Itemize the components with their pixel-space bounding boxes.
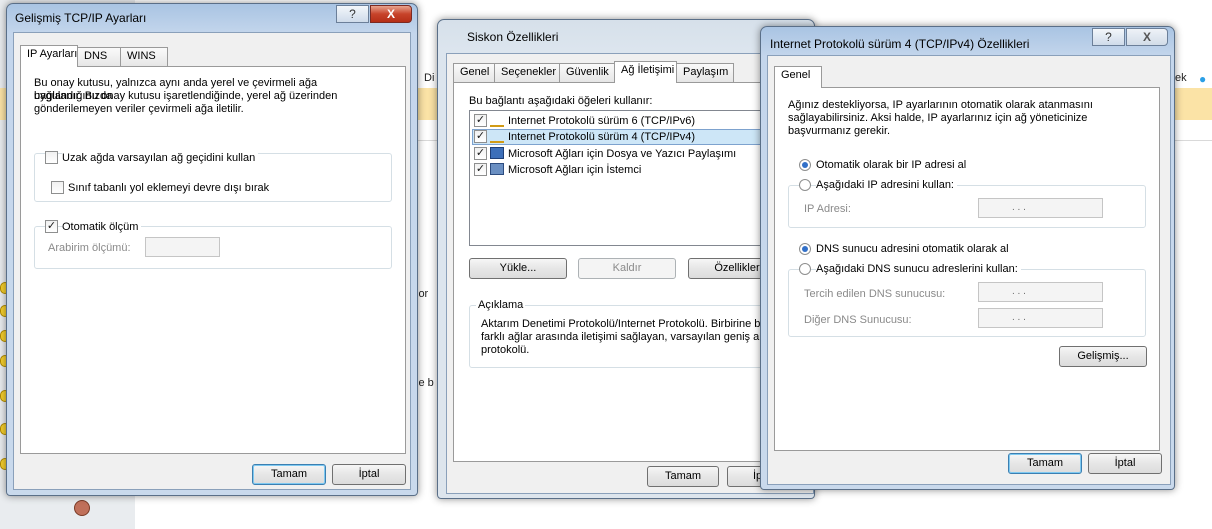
network-protocol-icon xyxy=(490,131,504,143)
items-label: Bu bağlantı aşağıdaki öğeleri kullanır: xyxy=(469,95,653,107)
ip-address-label: IP Adresi: xyxy=(804,203,851,215)
ok-button[interactable]: Tamam xyxy=(1008,453,1082,474)
help-button[interactable]: ? xyxy=(336,5,369,23)
item-label: Microsoft Ağları için Dosya ve Yazıcı Pa… xyxy=(508,148,737,160)
tab-panel: Ağınız destekliyorsa, IP ayarlarının oto… xyxy=(774,87,1160,451)
tab-strip: Genel Seçenekler Güvenlik Ağ İletişimi P… xyxy=(453,61,753,83)
auto-dns-label: DNS sunucu adresini otomatik olarak al xyxy=(816,243,1009,255)
title-bar[interactable]: Siskon Özellikleri xyxy=(438,20,814,48)
item-checkbox[interactable]: ✓ xyxy=(474,130,487,143)
item-checkbox[interactable]: ✓ xyxy=(474,163,487,176)
tab-sharing[interactable]: Paylaşım xyxy=(676,63,734,82)
uninstall-button[interactable]: Kaldır xyxy=(578,258,676,279)
background-menu-text: Di xyxy=(424,72,435,84)
window-title: Gelişmiş TCP/IP Ayarları xyxy=(15,11,147,25)
dialog-client: Genel Ağınız destekliyorsa, IP ayarların… xyxy=(767,55,1171,485)
tab-networking[interactable]: Ağ İletişimi xyxy=(614,61,677,83)
install-button[interactable]: Yükle... xyxy=(469,258,567,279)
tab-general[interactable]: Genel xyxy=(774,66,822,88)
ok-button[interactable]: Tamam xyxy=(647,466,719,487)
item-checkbox[interactable]: ✓ xyxy=(474,114,487,127)
class-route-label: Sınıf tabanlı yol eklemeyi devre dışı bı… xyxy=(68,182,270,194)
siskon-properties-window: Siskon Özellikleri Genel Seçenekler Güve… xyxy=(437,19,815,499)
background-left-label-2: le b xyxy=(416,377,434,389)
item-label: Internet Protokolü sürüm 6 (TCP/IPv6) xyxy=(508,115,696,127)
tab-panel: Bu onay kutusu, yalnızca aynı anda yerel… xyxy=(20,66,406,454)
preferred-dns-input[interactable]: . . . xyxy=(978,282,1103,302)
tab-ip-settings[interactable]: IP Ayarları xyxy=(20,45,78,67)
title-bar[interactable]: Internet Protokolü sürüm 4 (TCP/IPv4) Öz… xyxy=(761,27,1174,55)
item-checkbox[interactable]: ✓ xyxy=(474,147,487,160)
alternate-dns-label: Diğer DNS Sunucusu: xyxy=(804,314,912,326)
avatar-icon xyxy=(74,500,90,516)
tab-panel: Bu bağlantı aşağıdaki öğeleri kullanır: … xyxy=(453,82,814,462)
tab-strip: IP Ayarları DNS WINS xyxy=(20,45,400,67)
background-right-text: ek xyxy=(1175,72,1187,84)
twitter-icon[interactable]: ● xyxy=(1199,72,1212,86)
manual-dns-radio[interactable] xyxy=(799,263,811,275)
description-line-1: Ağınız destekliyorsa, IP ayarlarının oto… xyxy=(788,99,1093,111)
window-title: Internet Protokolü sürüm 4 (TCP/IPv4) Öz… xyxy=(770,37,1030,51)
dialog-client: IP Ayarları DNS WINS Bu onay kutusu, yal… xyxy=(13,32,411,490)
description-line-3: başvurmanız gerekir. xyxy=(788,125,891,137)
manual-ip-label: Aşağıdaki IP adresini kullan: xyxy=(816,179,957,192)
description-title: Açıklama xyxy=(476,299,526,312)
remote-gateway-label: Uzak ağda varsayılan ağ geçidini kullan xyxy=(62,152,259,165)
network-client-icon xyxy=(490,163,504,175)
description-line-3: gönderilemeyen veriler çevirmeli ağa ile… xyxy=(34,103,244,115)
manual-ip-radio[interactable] xyxy=(799,179,811,191)
network-protocol-icon xyxy=(490,115,504,127)
help-button[interactable]: ? xyxy=(1092,28,1125,46)
class-route-checkbox[interactable] xyxy=(51,181,64,194)
interface-metric-label: Arabirim ölçümü: xyxy=(48,242,131,254)
cancel-button[interactable]: İptal xyxy=(1088,453,1162,474)
tab-dns[interactable]: DNS xyxy=(77,47,121,66)
description-line-3: protokolü. xyxy=(481,344,530,356)
cancel-button[interactable]: İptal xyxy=(332,464,406,485)
manual-dns-label: Aşağıdaki DNS sunucu adreslerini kullan: xyxy=(816,263,1021,276)
ok-button[interactable]: Tamam xyxy=(252,464,326,485)
alternate-dns-input[interactable]: . . . xyxy=(978,308,1103,328)
dialog-client: Genel Seçenekler Güvenlik Ağ İletişimi P… xyxy=(446,53,814,494)
tab-security[interactable]: Güvenlik xyxy=(559,63,615,82)
tab-strip: Genel xyxy=(774,66,834,88)
ip-dots: . . . xyxy=(1012,312,1026,323)
auto-metric-label: Otomatik ölçüm xyxy=(62,221,142,234)
description-line-2: uygulanır. Bu onay kutusu işaretlendiğin… xyxy=(34,90,338,102)
file-printer-sharing-icon xyxy=(490,147,504,159)
preferred-dns-label: Tercih edilen DNS sunucusu: xyxy=(804,288,946,300)
close-button[interactable]: X xyxy=(1126,28,1168,46)
tab-options[interactable]: Seçenekler xyxy=(494,63,560,82)
ip-dots: . . . xyxy=(1012,202,1026,213)
item-label: Internet Protokolü sürüm 4 (TCP/IPv4) xyxy=(508,131,696,143)
remote-gateway-checkbox[interactable] xyxy=(45,151,58,164)
auto-metric-checkbox[interactable]: ✓ xyxy=(45,220,58,233)
auto-dns-radio[interactable] xyxy=(799,243,811,255)
ip-dots: . . . xyxy=(1012,286,1026,297)
tab-wins[interactable]: WINS xyxy=(120,47,168,66)
description-line-2: sağlayabilirsiniz. Aksi halde, IP ayarla… xyxy=(788,112,1088,124)
advanced-tcpip-window: Gelişmiş TCP/IP Ayarları ? X IP Ayarları… xyxy=(6,3,418,496)
interface-metric-input[interactable] xyxy=(145,237,220,257)
window-title: Siskon Özellikleri xyxy=(467,30,559,44)
auto-ip-label: Otomatik olarak bir IP adresi al xyxy=(816,159,967,171)
ipv4-properties-window: Internet Protokolü sürüm 4 (TCP/IPv4) Öz… xyxy=(760,26,1175,490)
ip-address-input[interactable]: . . . xyxy=(978,198,1103,218)
auto-ip-radio[interactable] xyxy=(799,159,811,171)
close-button[interactable]: X xyxy=(370,5,412,23)
title-bar[interactable]: Gelişmiş TCP/IP Ayarları ? X xyxy=(7,4,417,32)
item-label: Microsoft Ağları için İstemci xyxy=(508,164,642,176)
tab-general[interactable]: Genel xyxy=(453,63,495,82)
advanced-button[interactable]: Gelişmiş... xyxy=(1059,346,1147,367)
